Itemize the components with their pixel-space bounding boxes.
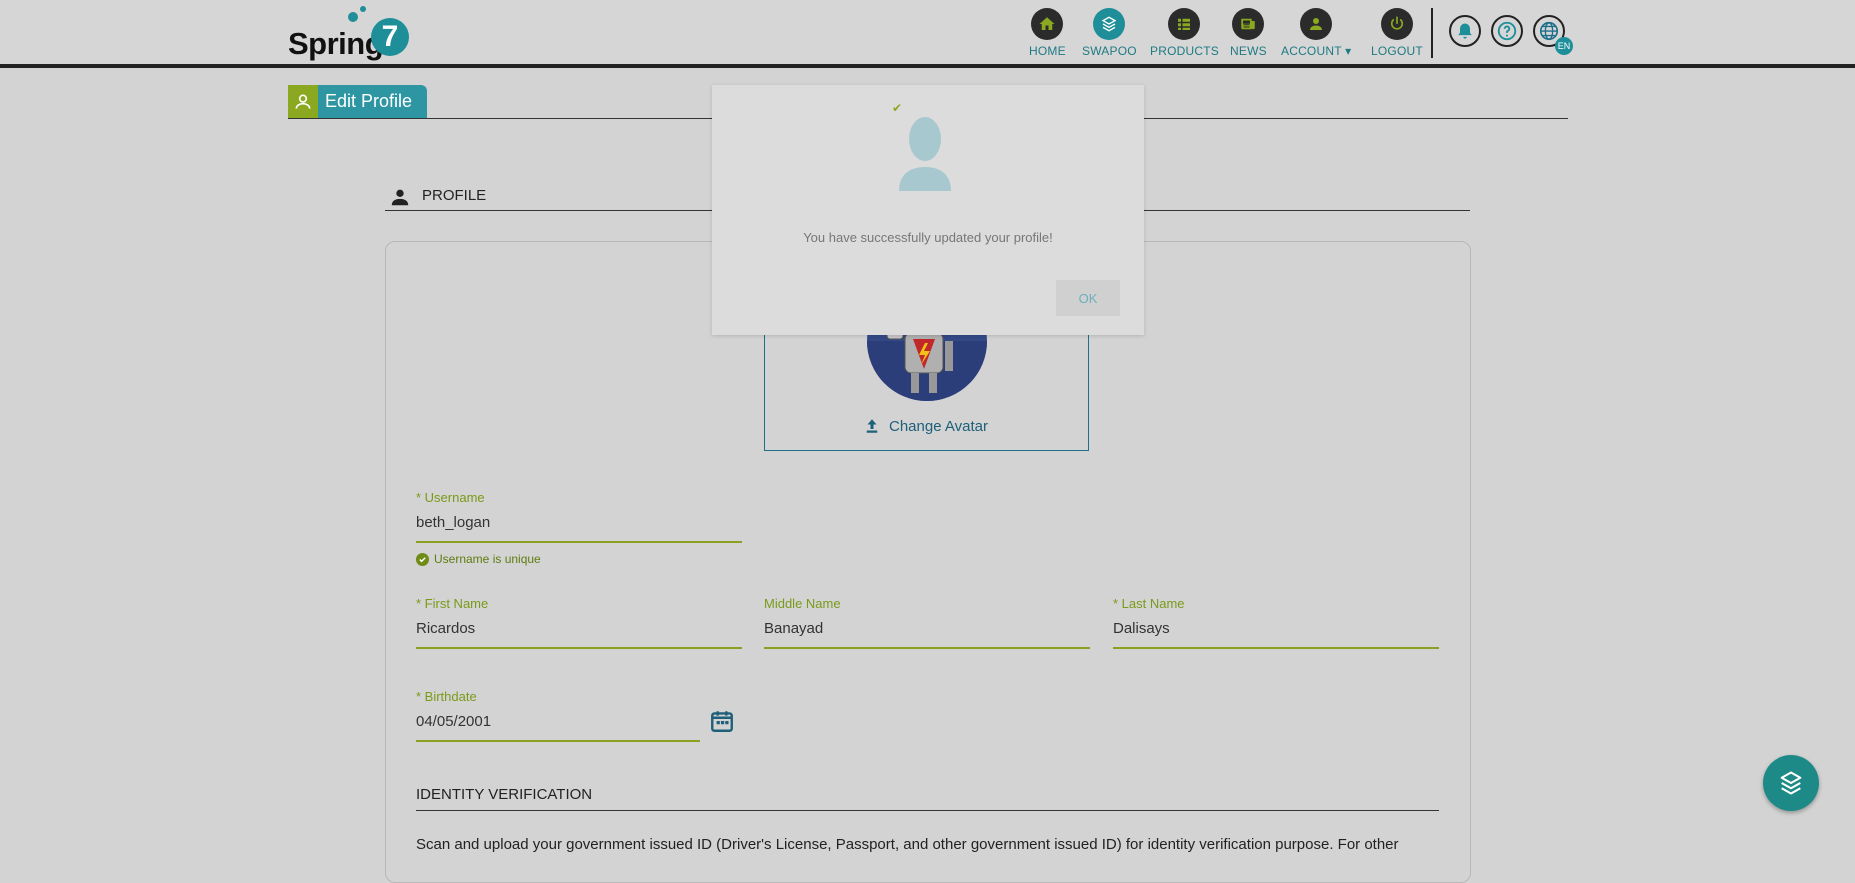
nav-logout[interactable]: LOGOUT <box>1371 8 1423 58</box>
user-placeholder-icon <box>897 115 953 196</box>
section-title: PROFILE <box>422 187 487 204</box>
username-field[interactable]: * Username beth_logan <box>416 490 742 543</box>
nav-label: ACCOUNT ▾ <box>1281 44 1352 58</box>
spring7-logo[interactable]: Spring 7 <box>286 6 416 61</box>
check-circle-icon <box>416 552 429 566</box>
first-name-field[interactable]: * First Name Ricardos <box>416 596 742 649</box>
nav-label: NEWS <box>1230 44 1267 58</box>
logo-text: Spring <box>288 26 384 61</box>
swapoo-fab-button[interactable] <box>1763 755 1819 811</box>
username-hint-text: Username is unique <box>434 552 541 566</box>
power-icon <box>1380 8 1413 40</box>
person-icon <box>288 85 318 118</box>
logo-number: 7 <box>371 18 409 56</box>
nav-label: SWAPOO <box>1082 44 1137 58</box>
change-avatar-button[interactable]: Change Avatar <box>863 417 988 435</box>
nav-news[interactable]: NEWS <box>1230 8 1267 58</box>
help-icon <box>1497 21 1517 41</box>
person-icon <box>389 186 411 213</box>
birthdate-field[interactable]: * Birthdate 04/05/2001 <box>416 689 700 742</box>
last-name-input[interactable]: Dalisays <box>1113 620 1439 649</box>
home-icon <box>1031 8 1064 40</box>
page-title: Edit Profile <box>325 91 413 111</box>
last-name-label: * Last Name <box>1113 596 1185 611</box>
edit-profile-tab[interactable]: Edit Profile <box>288 85 427 118</box>
bell-icon <box>1458 23 1472 39</box>
first-name-input[interactable]: Ricardos <box>416 620 742 649</box>
logo-dot <box>348 12 358 22</box>
username-input[interactable]: beth_logan <box>416 514 742 543</box>
check-icon: ✔ <box>892 101 903 115</box>
identity-verification-description: Scan and upload your government issued I… <box>416 836 1399 853</box>
top-header: Spring 7 HOME SWAPOO PRODUCTS NEWS ACCOU… <box>0 0 1855 68</box>
chevron-down-icon: ▾ <box>1345 44 1352 58</box>
nav-products[interactable]: PRODUCTS <box>1150 8 1219 58</box>
middle-name-input[interactable]: Banayad <box>764 620 1090 649</box>
birthdate-input[interactable]: 04/05/2001 <box>416 713 700 742</box>
products-icon <box>1168 8 1201 40</box>
middle-name-label: Middle Name <box>764 596 841 611</box>
account-icon <box>1300 8 1333 40</box>
calendar-icon[interactable] <box>709 708 735 739</box>
birthdate-label: * Birthdate <box>416 689 477 704</box>
dialog-message: You have successfully updated your profi… <box>803 230 1053 245</box>
help-button[interactable] <box>1491 15 1523 47</box>
notifications-button[interactable] <box>1449 15 1481 47</box>
first-name-label: * First Name <box>416 596 489 611</box>
language-badge: EN <box>1555 37 1573 55</box>
nav-label: LOGOUT <box>1371 44 1423 58</box>
change-avatar-label: Change Avatar <box>889 417 988 435</box>
middle-name-field[interactable]: Middle Name Banayad <box>764 596 1090 649</box>
nav-label: HOME <box>1029 44 1066 58</box>
upload-icon <box>866 419 878 433</box>
swapoo-icon <box>1093 8 1126 40</box>
identity-verification-title: IDENTITY VERIFICATION <box>416 786 1439 811</box>
username-label: * Username <box>416 490 485 505</box>
layers-icon <box>1780 771 1802 795</box>
nav-swapoo[interactable]: SWAPOO <box>1082 8 1137 58</box>
logo-dot <box>360 6 366 12</box>
nav-label: PRODUCTS <box>1150 44 1219 58</box>
success-dialog: ✔ You have successfully updated your pro… <box>712 85 1144 335</box>
ok-button[interactable]: OK <box>1056 280 1120 316</box>
nav-divider <box>1431 8 1433 58</box>
username-hint: Username is unique <box>416 552 541 566</box>
nav-home[interactable]: HOME <box>1029 8 1066 58</box>
nav-account[interactable]: ACCOUNT ▾ <box>1281 8 1351 58</box>
last-name-field[interactable]: * Last Name Dalisays <box>1113 596 1439 649</box>
news-icon <box>1232 8 1265 40</box>
